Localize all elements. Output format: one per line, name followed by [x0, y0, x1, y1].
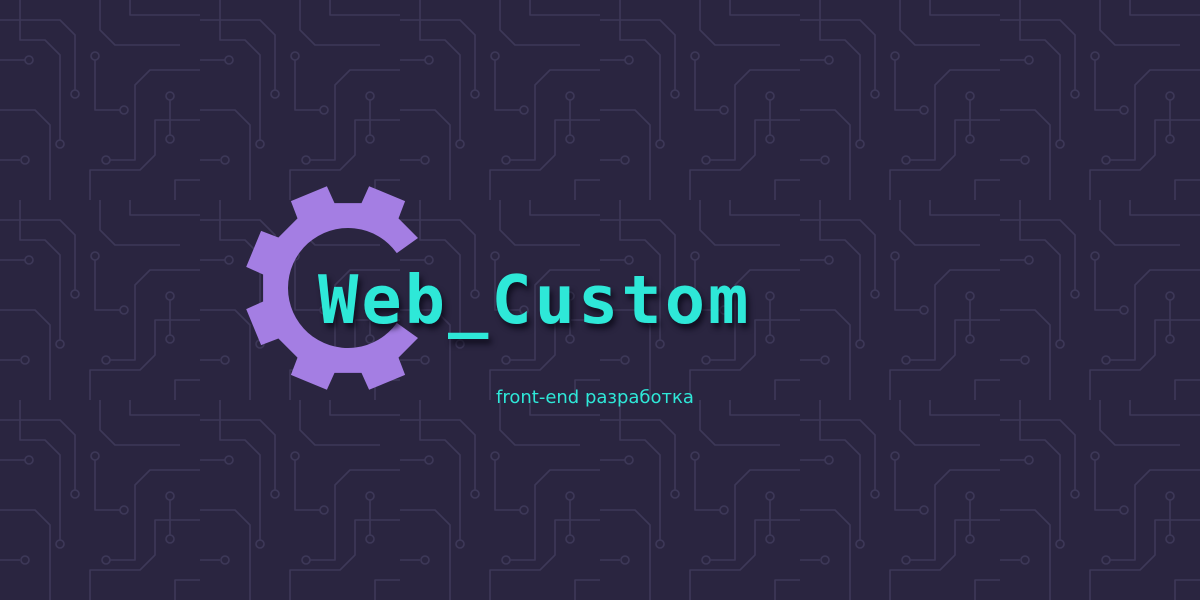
brand-name: Web_Custom — [318, 261, 752, 339]
banner: Web_Custom front-end разработка — [0, 0, 1200, 600]
tagline: front-end разработка — [496, 387, 694, 408]
